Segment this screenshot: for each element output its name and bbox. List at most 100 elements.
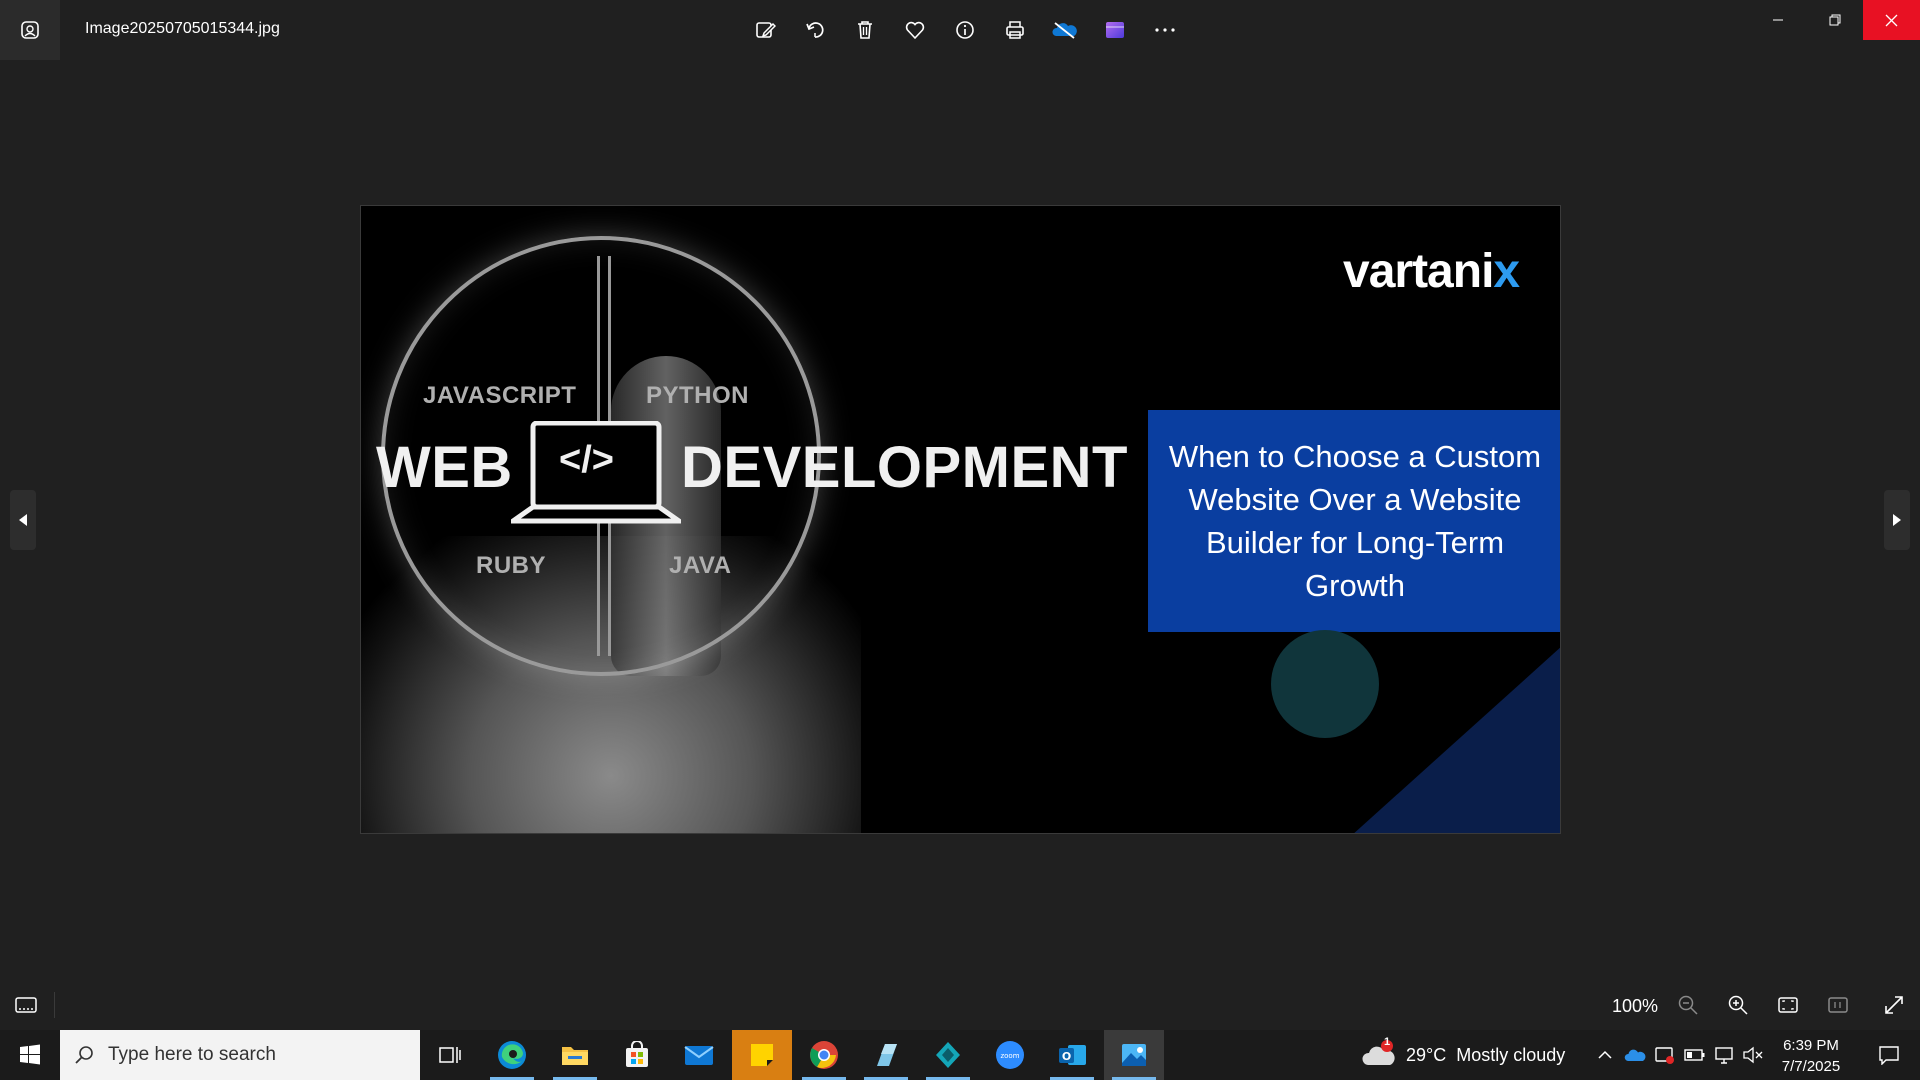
viewer-bottom-bar: 100%: [0, 980, 1920, 1030]
fit-window-icon: [1778, 997, 1798, 1013]
tray-battery[interactable]: [1680, 1030, 1710, 1080]
printer-icon: [1006, 21, 1024, 39]
photos-icon: [1122, 1044, 1146, 1066]
taskbar-search-box[interactable]: Type here to search: [60, 1030, 420, 1080]
window-controls: [1749, 0, 1920, 40]
actual-size-button[interactable]: [1820, 990, 1856, 1020]
taskbar-store[interactable]: [607, 1030, 667, 1080]
bottom-bar-separator: [54, 992, 55, 1018]
taskbar-outlook[interactable]: O: [1042, 1030, 1102, 1080]
previous-image-button[interactable]: [10, 490, 36, 550]
title-bar: Image20250705015344.jpg: [0, 0, 1920, 60]
show-hidden-icons-button[interactable]: [1590, 1030, 1620, 1080]
weather-widget[interactable]: 1 29°C Mostly cloudy: [1360, 1030, 1565, 1080]
mail-icon: [684, 1046, 714, 1065]
taskbar-photos[interactable]: [1104, 1030, 1164, 1080]
taskbar-sticky-notes[interactable]: [732, 1030, 792, 1080]
tray-network[interactable]: [1710, 1030, 1740, 1080]
onedrive-button[interactable]: [1040, 10, 1090, 50]
trash-icon: [858, 21, 872, 39]
start-button[interactable]: [0, 1030, 60, 1080]
cloud-icon: [1362, 1040, 1395, 1065]
zoom-app-icon: zoom: [996, 1041, 1024, 1069]
photos-app-icon[interactable]: [0, 0, 60, 60]
lang-ruby: RUBY: [476, 552, 547, 579]
battery-icon: [1684, 1049, 1705, 1061]
taskbar-app-blue-pen[interactable]: [856, 1030, 916, 1080]
fullscreen-button[interactable]: [1876, 990, 1912, 1020]
security-tray-icon: [1655, 1047, 1674, 1064]
taskbar-edge[interactable]: [482, 1030, 542, 1080]
zoom-in-button[interactable]: [1720, 990, 1756, 1020]
weather-badge: 1: [1384, 1036, 1391, 1048]
clapper-icon: [1106, 22, 1124, 38]
network-icon: [1715, 1047, 1733, 1064]
displayed-image[interactable]: JAVASCRIPT PYTHON RUBY JAVA WEB DEVELOPM…: [360, 205, 1561, 834]
restore-button[interactable]: [1806, 0, 1863, 40]
headline-development: DEVELOPMENT: [681, 435, 1128, 500]
photos-app-window: Image20250705015344.jpg JAVASCRIPT PYTHO…: [0, 0, 1920, 1030]
expand-icon: [1885, 996, 1903, 1014]
windows-logo-icon: [20, 1044, 40, 1065]
laptop-code-text: </>: [559, 439, 614, 481]
tray-volume[interactable]: [1738, 1030, 1768, 1080]
cyan-app-icon: [936, 1042, 960, 1068]
toolbar: [740, 10, 1190, 50]
favorite-button[interactable]: [890, 10, 940, 50]
clock-date: 7/7/2025: [1781, 1058, 1841, 1075]
sticky-notes-icon: [751, 1044, 773, 1066]
ellipsis-icon: [1155, 28, 1175, 32]
taskbar-clock[interactable]: 6:39 PM 7/7/2025: [1768, 1035, 1854, 1077]
minimize-icon: [1772, 19, 1783, 21]
minimize-button[interactable]: [1749, 0, 1806, 40]
info-button[interactable]: [940, 10, 990, 50]
more-button[interactable]: [1140, 10, 1190, 50]
filmstrip-icon: [15, 997, 37, 1013]
taskbar-chrome[interactable]: [794, 1030, 854, 1080]
notification-center-button[interactable]: [1864, 1030, 1914, 1080]
taskbar-mail[interactable]: [669, 1030, 729, 1080]
task-view-button[interactable]: [420, 1030, 480, 1080]
laptop-code-icon: </>: [505, 420, 687, 536]
actual-size-icon: [1828, 997, 1848, 1013]
onedrive-icon: [1052, 22, 1077, 39]
edit-image-button[interactable]: [740, 10, 790, 50]
taskbar-file-explorer[interactable]: [545, 1030, 605, 1080]
folder-icon: [562, 1047, 588, 1065]
lang-java: JAVA: [669, 552, 732, 579]
chevron-up-icon: [1598, 1050, 1612, 1059]
search-placeholder: Type here to search: [108, 1044, 276, 1065]
tray-security[interactable]: [1650, 1030, 1680, 1080]
rotate-button[interactable]: [790, 10, 840, 50]
zoom-out-button[interactable]: [1670, 990, 1706, 1020]
close-button[interactable]: [1863, 0, 1920, 40]
vartanix-logo: vartanix: [1343, 244, 1520, 299]
clock-time: 6:39 PM: [1783, 1037, 1839, 1054]
callout-box: When to Choose a Custom Website Over a W…: [1148, 410, 1560, 632]
close-icon: [1885, 14, 1898, 26]
delete-button[interactable]: [840, 10, 890, 50]
windows-taskbar: Type here to search zoom O 1 29°C Mostly…: [0, 1030, 1920, 1080]
fit-to-window-button[interactable]: [1770, 990, 1806, 1020]
taskbar-zoom[interactable]: zoom: [980, 1030, 1040, 1080]
tray-onedrive[interactable]: [1620, 1030, 1650, 1080]
print-button[interactable]: [990, 10, 1040, 50]
notification-icon: [1879, 1046, 1899, 1065]
next-image-button[interactable]: [1884, 490, 1910, 550]
svg-text:zoom: zoom: [1000, 1052, 1019, 1060]
taskbar-app-cyan[interactable]: [918, 1030, 978, 1080]
task-view-icon: [439, 1047, 461, 1063]
edge-icon: [498, 1041, 526, 1069]
heart-icon: [905, 21, 925, 40]
outlook-icon: O: [1059, 1045, 1086, 1065]
chrome-icon: [810, 1041, 838, 1069]
logo-main: vartani: [1343, 245, 1494, 298]
caret-right-icon: [1893, 514, 1901, 526]
onedrive-tray-icon: [1624, 1049, 1646, 1061]
filmstrip-button[interactable]: [10, 990, 42, 1020]
pen-app-icon: [877, 1044, 897, 1066]
edit-image-icon: [756, 22, 776, 38]
volume-muted-icon: [1743, 1046, 1763, 1064]
video-editor-button[interactable]: [1090, 10, 1140, 50]
search-icon: [75, 1046, 93, 1064]
